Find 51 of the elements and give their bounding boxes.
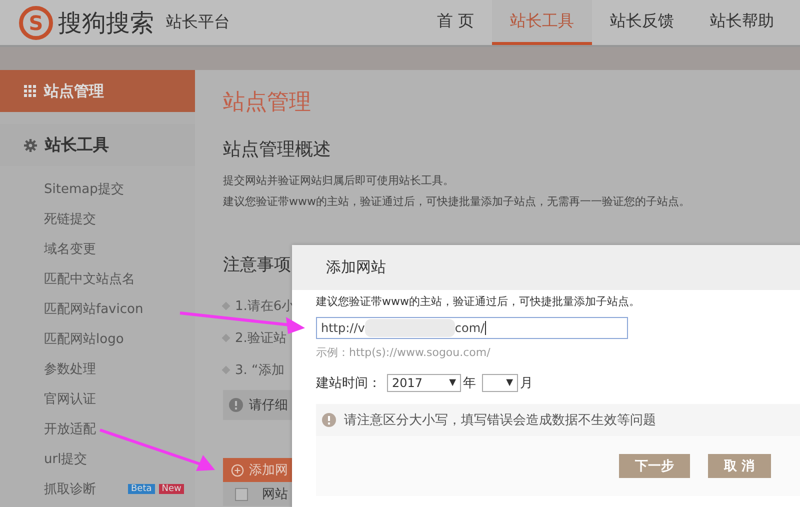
hint-text: 建议您验证带www的主站，验证通过后，可快捷批量添加子站点。 xyxy=(316,294,641,309)
dialog-title: 添加网站 xyxy=(326,258,386,277)
sidebar-active-item[interactable]: 站点管理 xyxy=(0,70,195,112)
sidebar-item[interactable]: url提交 xyxy=(44,450,88,468)
section-heading: 注意事项 xyxy=(223,254,291,276)
sidebar-item[interactable]: 开放适配 xyxy=(44,420,96,438)
description-text: 建议您验证带www的主站，验证通过后，可快捷批量添加子站点，无需再一一验证您的子站点。 xyxy=(223,194,691,209)
nav-tab[interactable]: 站长帮助 xyxy=(692,0,792,45)
section-heading: 站点管理概述 xyxy=(223,138,331,161)
sidebar-item[interactable]: 域名变更 xyxy=(44,240,96,258)
bullet-icon xyxy=(222,334,230,342)
exclamation-icon xyxy=(229,398,243,412)
badge: Beta xyxy=(128,484,155,494)
month-select[interactable]: ▼ xyxy=(482,374,518,392)
year-select[interactable]: 2017 ▼ xyxy=(387,374,461,392)
sidebar-item[interactable]: 抓取诊断 xyxy=(44,480,96,498)
logo-icon: S xyxy=(18,4,54,40)
sidebar-item[interactable]: 匹配中文站点名 xyxy=(44,270,135,288)
nav-tab[interactable]: 站长工具 xyxy=(492,0,592,45)
exclamation-icon xyxy=(322,413,336,427)
sidebar-item[interactable]: 匹配网站logo xyxy=(44,330,124,348)
nav-tab[interactable]: 首 页 xyxy=(418,0,492,45)
sidebar-item[interactable]: Sitemap提交 xyxy=(44,180,124,198)
description-text: 提交网站并验证网站归属后即可使用站长工具。 xyxy=(223,173,455,188)
nav-tab[interactable]: 站长反馈 xyxy=(592,0,692,45)
cancel-button[interactable]: 取 消 xyxy=(708,454,771,478)
note-text: 3. “添加 xyxy=(235,362,284,379)
bullet-icon xyxy=(222,366,230,374)
unit-label: 年 xyxy=(463,375,476,392)
alert-text: 请注意区分大小写，填写错误会造成数据不生效等问题 xyxy=(344,412,656,429)
platform-name: 站长平台 xyxy=(166,12,230,33)
grid-icon xyxy=(24,85,36,97)
plus-circle-icon xyxy=(231,464,244,476)
next-button[interactable]: 下一步 xyxy=(619,454,690,478)
column-header: 网站 xyxy=(262,486,288,503)
logo-text: 搜狗搜索 xyxy=(58,8,154,38)
bullet-icon xyxy=(222,302,230,310)
sidebar-item[interactable]: 匹配网站favicon xyxy=(44,300,144,318)
gear-icon xyxy=(24,138,37,152)
badge: New xyxy=(158,484,184,494)
field-label: 建站时间： xyxy=(316,375,381,392)
checkbox[interactable] xyxy=(235,488,248,500)
url-input-field[interactable]: http://v com/ xyxy=(316,317,628,339)
page-title: 站点管理 xyxy=(223,89,312,117)
sidebar-item[interactable]: 参数处理 xyxy=(44,360,96,378)
unit-label: 月 xyxy=(520,375,533,392)
warning-text: 请仔细 xyxy=(249,397,288,414)
note-text: 2.验证站 xyxy=(235,330,286,347)
sidebar-item[interactable]: 死链提交 xyxy=(44,210,96,228)
example-text: 示例：http(s)://www.sogou.com/ xyxy=(316,345,492,360)
sidebar-item[interactable]: 官网认证 xyxy=(44,390,96,408)
